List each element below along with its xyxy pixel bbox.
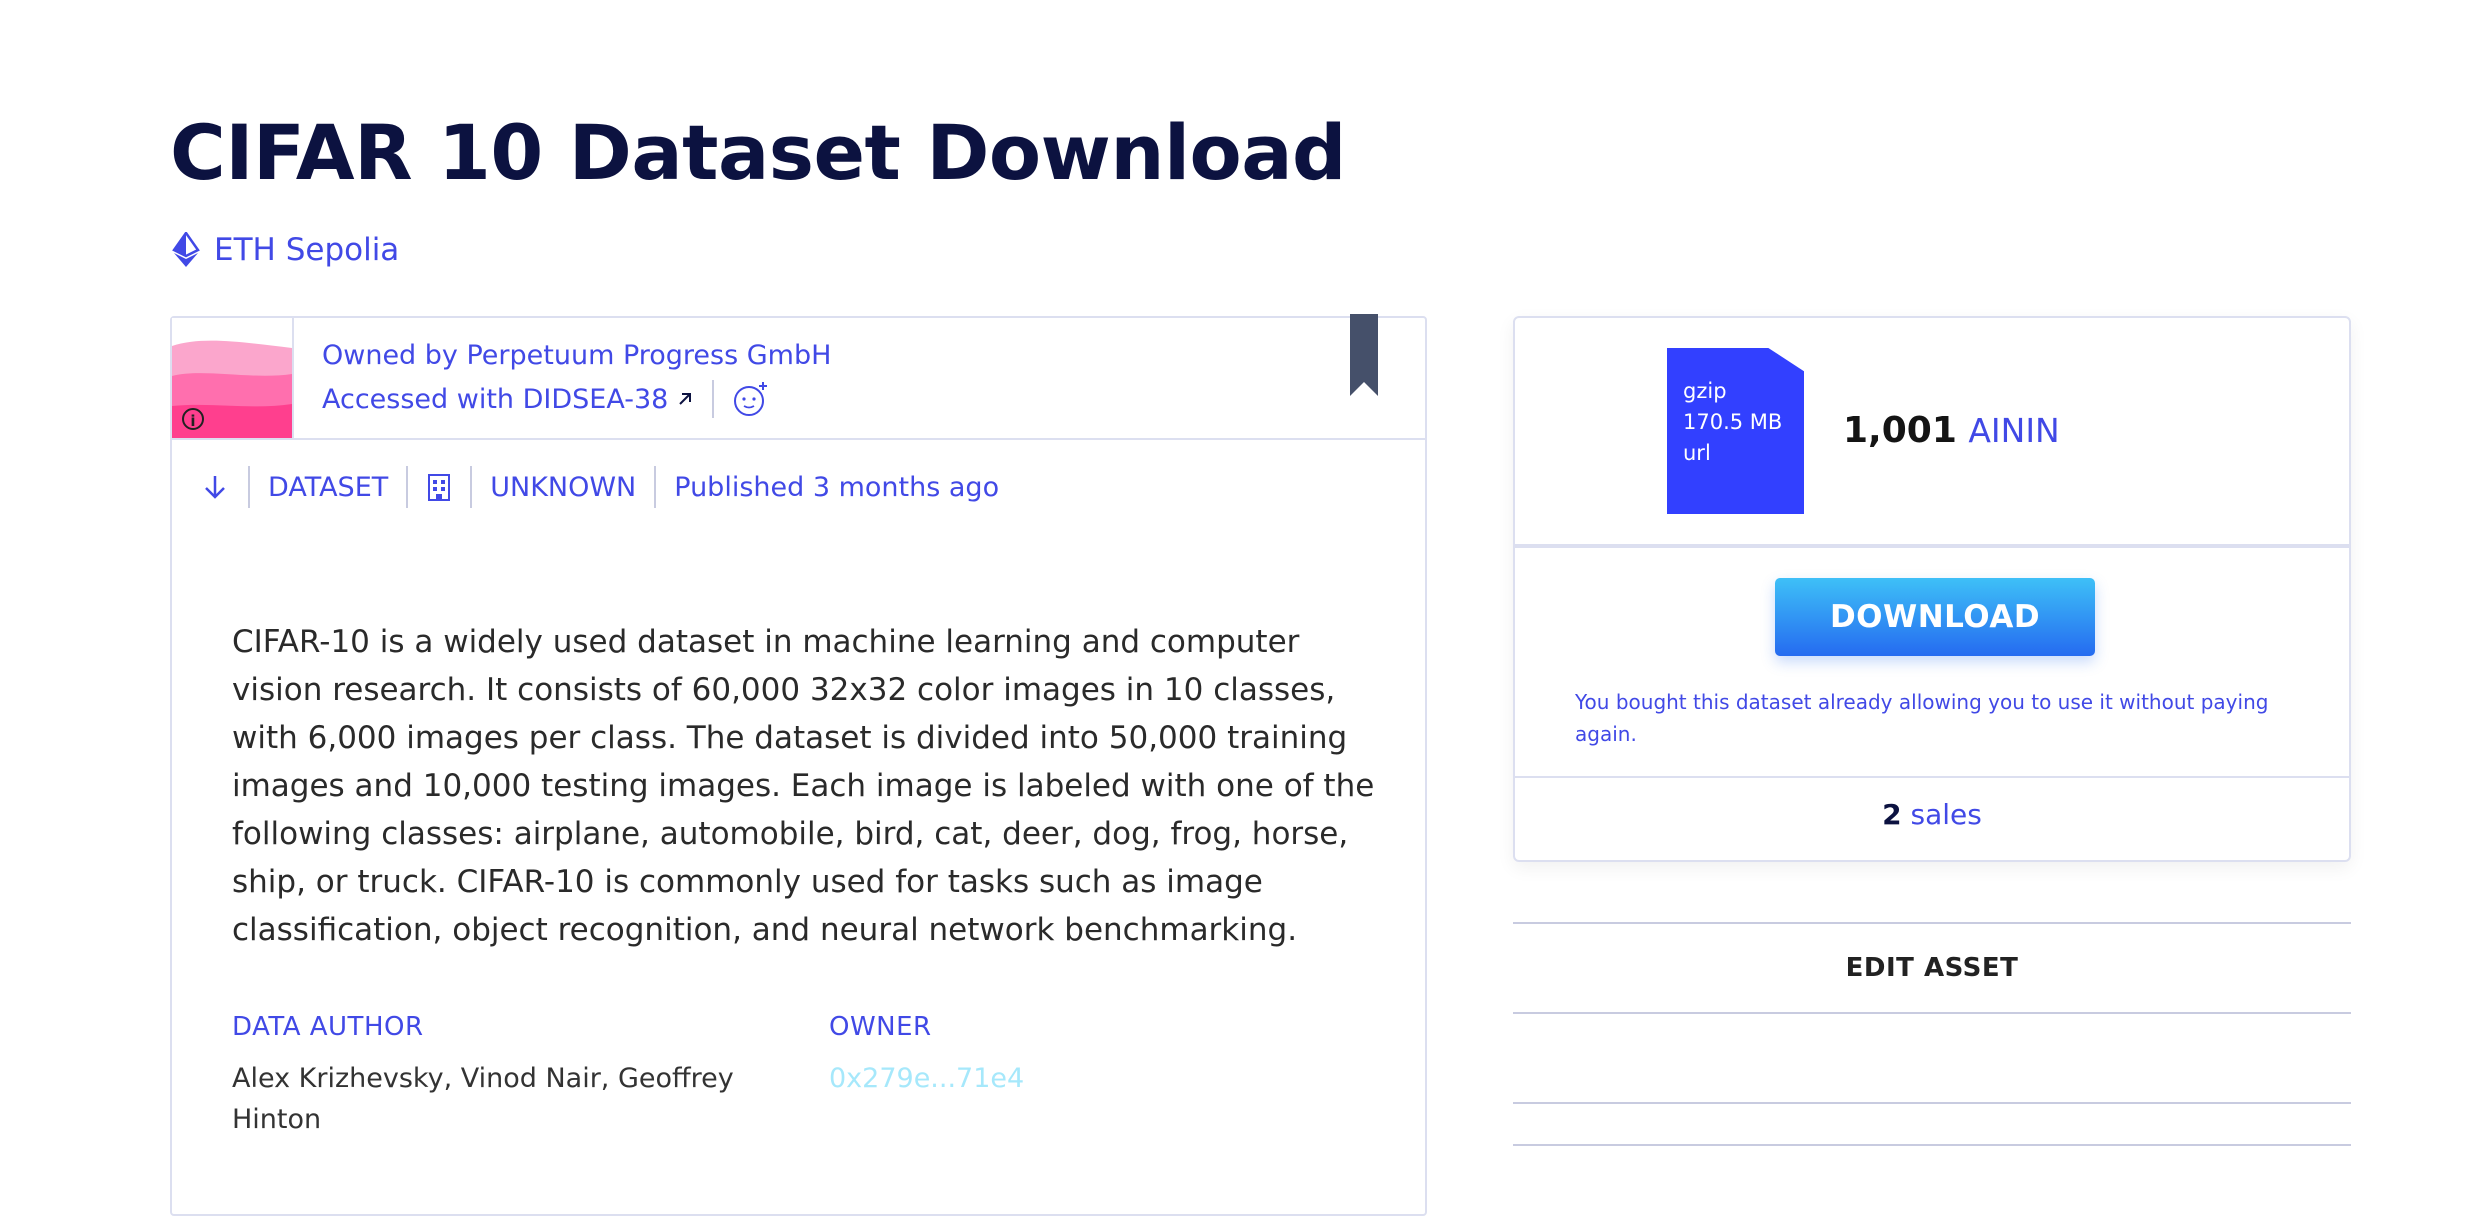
ethereum-icon <box>172 232 200 267</box>
data-author-label: DATA AUTHOR <box>232 1012 424 1042</box>
separator <box>712 380 715 418</box>
divider <box>1513 1144 2351 1146</box>
separator <box>406 466 409 508</box>
info-icon[interactable]: i <box>182 408 204 430</box>
asset-description: CIFAR-10 is a widely used dataset in mac… <box>232 624 1375 948</box>
asset-meta-row: DATASET UNKNOWN Published 3 months ago <box>200 466 999 508</box>
price-currency: AININ <box>1968 411 2060 450</box>
accessed-with-link[interactable]: Accessed with DIDSEA-38 <box>322 384 668 415</box>
access-type: UNKNOWN <box>490 471 637 503</box>
file-type: url <box>1683 441 1711 465</box>
accessed-with-row: Accessed with DIDSEA-38 <box>322 380 770 418</box>
price-value: 1,001 <box>1843 410 1957 451</box>
sales-number: 2 <box>1882 798 1902 831</box>
asset-card: i Owned by Perpetuum Progress GmbH Acces… <box>170 314 1427 1216</box>
network-badge[interactable]: ETH Sepolia <box>172 232 399 268</box>
divider <box>1513 1102 2351 1104</box>
sales-count: 2 sales <box>1515 798 2349 831</box>
bookmark-icon[interactable] <box>1350 314 1378 396</box>
divider <box>1515 544 2349 548</box>
owner-bar: i Owned by Perpetuum Progress GmbH Acces… <box>172 314 1425 440</box>
published-date: Published 3 months ago <box>674 471 1000 503</box>
building-icon <box>428 474 451 501</box>
arrow-up-right-icon <box>679 393 692 405</box>
owned-by-text[interactable]: Owned by Perpetuum Progress GmbH <box>322 340 831 371</box>
file-compression: gzip <box>1683 379 1727 403</box>
page-title: CIFAR 10 Dataset Download <box>170 108 1346 197</box>
divider <box>1515 776 2349 778</box>
separator <box>470 466 473 508</box>
separator <box>654 466 657 508</box>
bought-note: You bought this dataset already allowing… <box>1575 690 2269 746</box>
download-button[interactable]: DOWNLOAD <box>1775 578 2095 656</box>
add-emoji-icon[interactable] <box>732 380 770 418</box>
separator <box>248 466 250 508</box>
asset-type: DATASET <box>268 471 389 503</box>
owner-label: OWNER <box>829 1012 932 1042</box>
owner-address-link[interactable]: 0x279e...71e4 <box>829 1058 1024 1099</box>
publisher-avatar[interactable]: i <box>172 318 294 438</box>
edit-asset-button[interactable]: EDIT ASSET <box>1513 922 2351 1014</box>
data-author-value: Alex Krizhevsky, Vinod Nair, Geoffrey Hi… <box>232 1063 734 1135</box>
file-info-icon: gzip 170.5 MB url <box>1667 348 1804 514</box>
arrow-down-icon <box>205 476 225 499</box>
network-label: ETH Sepolia <box>214 232 400 268</box>
purchase-card: gzip 170.5 MB url 1,001 AININ DOWNLOAD Y… <box>1513 316 2351 862</box>
file-size: 170.5 MB <box>1683 410 1783 434</box>
sales-label: sales <box>1910 798 1982 831</box>
price: 1,001 AININ <box>1843 410 2060 451</box>
